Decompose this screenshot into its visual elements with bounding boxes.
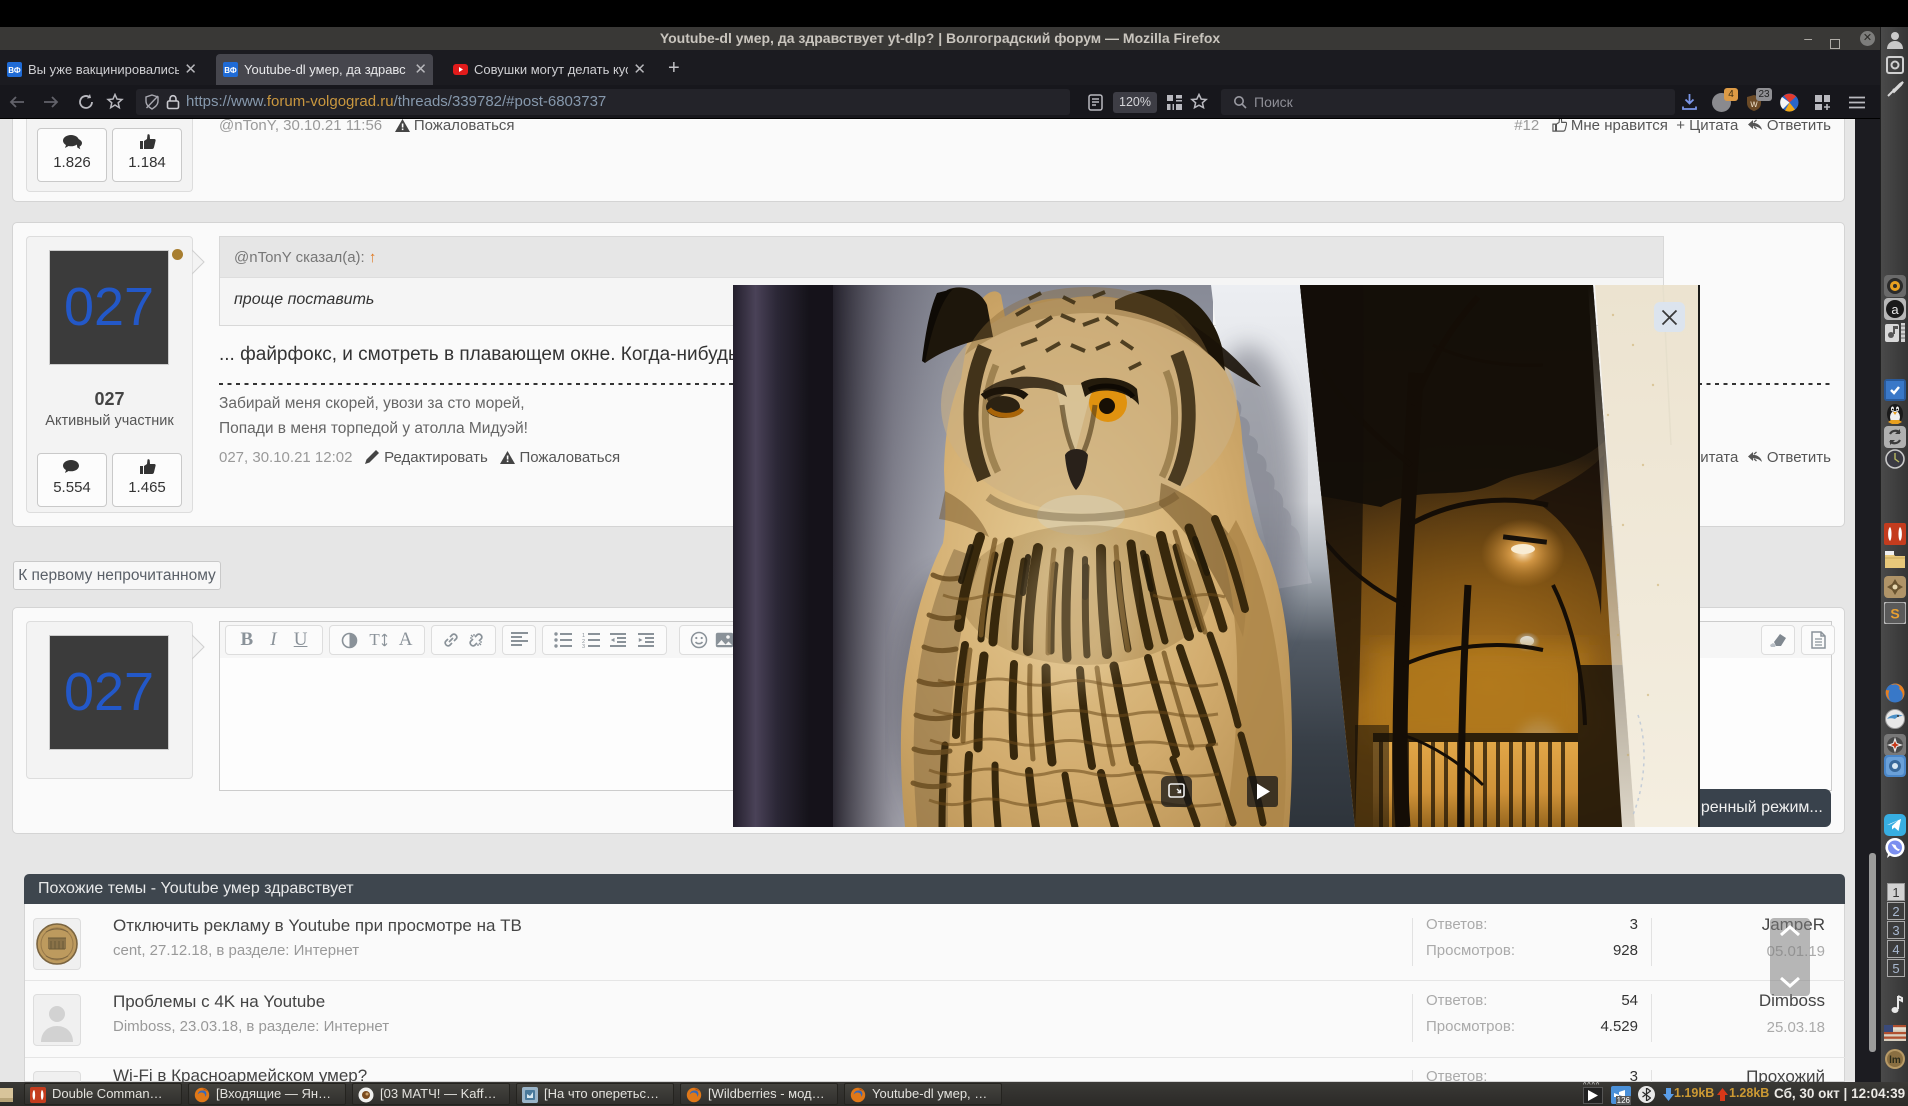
svg-text:S: S <box>1890 606 1899 622</box>
svg-text:ВФ: ВФ <box>8 66 21 75</box>
svg-text:ВФ: ВФ <box>224 66 237 75</box>
svg-text:3: 3 <box>582 644 585 648</box>
svg-text:a: a <box>1891 302 1899 317</box>
svg-text:lm: lm <box>1889 1055 1901 1066</box>
